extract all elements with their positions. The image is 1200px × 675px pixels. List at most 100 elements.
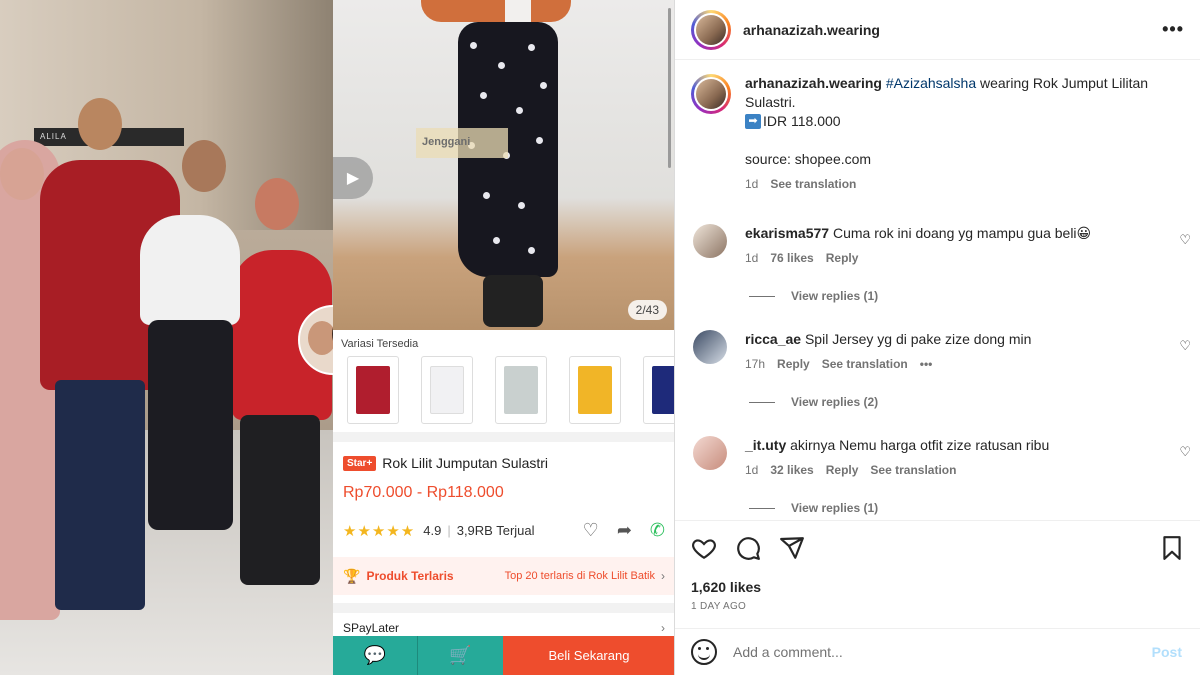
variant-thumb-red[interactable] [347,356,399,424]
best-seller-row[interactable]: 🏆 Produk Terlaris Top 20 terlaris di Rok… [333,557,674,595]
model-feet [483,275,543,327]
spaylater-label: SPayLater [343,621,400,635]
photo-head [182,140,226,192]
comment-meta: 1d 76 likes Reply [745,249,1165,268]
buy-now-button[interactable]: Beli Sekarang [503,636,674,675]
view-replies-link[interactable]: View replies (2) [749,395,878,409]
like-count[interactable]: 1,620 likes [691,579,1184,595]
rating-value: 4.9 [423,523,442,538]
comment-time: 1d [745,251,759,265]
variant-thumb-yellow[interactable] [569,356,621,424]
section-divider [333,603,674,613]
variant-thumb-gray[interactable] [495,356,547,424]
section-divider [333,432,674,442]
play-icon: ▶ [346,170,360,187]
view-replies-link[interactable]: View replies (1) [749,289,878,303]
view-replies-link[interactable]: View replies (1) [749,501,878,515]
comment-username[interactable]: _it.uty [745,437,786,453]
comment-time: 17h [745,357,766,371]
best-seller-label: Produk Terlaris [366,569,454,583]
comment-username[interactable]: ricca_ae [745,331,801,347]
more-options-icon[interactable]: ••• [1162,19,1184,40]
see-translation-link[interactable]: See translation [870,461,956,480]
comment-item: ricca_ae Spil Jersey yg di pake zize don… [691,330,1191,374]
post-comment-button[interactable]: Post [1152,644,1182,660]
comment-likes[interactable]: 76 likes [770,249,813,268]
rating-stars-icon: ★★★★★ [343,522,416,540]
reply-button[interactable]: Reply [826,461,859,480]
add-comment-input[interactable] [733,644,1152,660]
product-title-row: Star+ Rok Lilit Jumputan Sulastri [343,455,548,471]
comment-like-heart-icon[interactable]: ♡ [1179,232,1191,248]
chevron-right-icon: › [661,569,665,583]
photo-head [78,98,122,150]
favorite-heart-icon[interactable]: ♡ [583,520,599,541]
caption-hashtag[interactable]: #Azizahsalsha [886,75,976,91]
story-ring-avatar[interactable] [691,9,731,50]
caption-price: IDR 118.000 [763,113,841,129]
star-plus-badge: Star+ [343,455,377,471]
comment-username[interactable]: ekarisma577 [745,225,829,241]
whatsapp-icon[interactable]: ✆ [650,520,665,541]
comment-like-heart-icon[interactable]: ♡ [1179,444,1191,460]
reply-button[interactable]: Reply [777,355,810,374]
like-heart-icon[interactable] [691,535,717,561]
model-arm [421,0,571,22]
see-translation-link[interactable]: See translation [822,355,908,374]
photo-person-center-top [140,215,240,325]
caption-username[interactable]: arhanazizah.wearing [745,75,882,91]
emoji-smiley-icon[interactable] [691,639,717,665]
variant-swatch [652,366,674,414]
product-image[interactable]: Jenggani ▶ 2/43 [333,0,674,330]
photo-head [255,178,299,230]
rating-row: ★★★★★ 4.9 | 3,9RB Terjual ♡ ➦ ✆ [343,520,665,541]
variant-swatch [356,366,390,414]
image-scroll-indicator [668,8,671,168]
variant-swatch [430,366,464,414]
comment-like-heart-icon[interactable]: ♡ [1179,338,1191,354]
spaylater-row[interactable]: SPayLater › [343,621,665,635]
comment-text: Cuma rok ini doang yg mampu gua beli😀 [832,225,1092,241]
photo-person-center-skirt [148,320,233,530]
chevron-right-icon: › [661,621,665,635]
rating-divider: | [447,523,451,538]
variant-list [347,356,674,424]
comment-more-icon[interactable]: ••• [920,355,933,374]
avatar [696,79,726,109]
comment-composer: Post [675,628,1200,675]
avatar[interactable] [693,224,727,258]
comment-likes[interactable]: 32 likes [770,461,813,480]
comment-bubble-icon[interactable] [735,535,761,561]
share-send-icon[interactable] [779,535,805,561]
comment-time: 1d [745,463,759,477]
header-username[interactable]: arhanazizah.wearing [743,22,880,38]
avatar[interactable] [693,330,727,364]
share-icon[interactable]: ➦ [617,520,632,541]
product-bottom-bar: 💬 🛒 Beli Sekarang [333,636,674,675]
variant-swatch [504,366,538,414]
caption-body: arhanazizah.wearing #Azizahsalsha wearin… [745,74,1165,194]
add-to-cart-button[interactable]: 🛒 [418,636,503,675]
avatar[interactable] [693,436,727,470]
photo-person-right-legs [240,415,320,585]
chat-button[interactable]: 💬 [333,636,418,675]
caption-meta: 1d See translation [745,175,1165,194]
variant-swatch [578,366,612,414]
product-actions: ♡ ➦ ✆ [583,520,665,541]
comment-meta: 1d 32 likes Reply See translation [745,461,1165,480]
post-time-ago: 1 DAY AGO [691,601,747,612]
caption-avatar[interactable] [691,74,731,114]
right-arrow-icon: ➡ [745,114,761,129]
caption-price-line: ➡ IDR 118.000 [745,112,1165,131]
variant-label: Variasi Tersedia [341,338,419,350]
variant-thumb-navy[interactable] [643,356,674,424]
post-caption: arhanazizah.wearing #Azizahsalsha wearin… [691,74,1181,194]
variant-thumb-white[interactable] [421,356,473,424]
cart-icon: 🛒 [449,645,472,665]
reply-button[interactable]: Reply [826,249,859,268]
caption-time: 1d [745,177,759,191]
see-translation-link[interactable]: See translation [770,175,856,194]
play-video-button[interactable]: ▶ [333,157,373,199]
post-photo: ALILA [0,0,333,675]
bookmark-save-icon[interactable] [1160,535,1184,561]
